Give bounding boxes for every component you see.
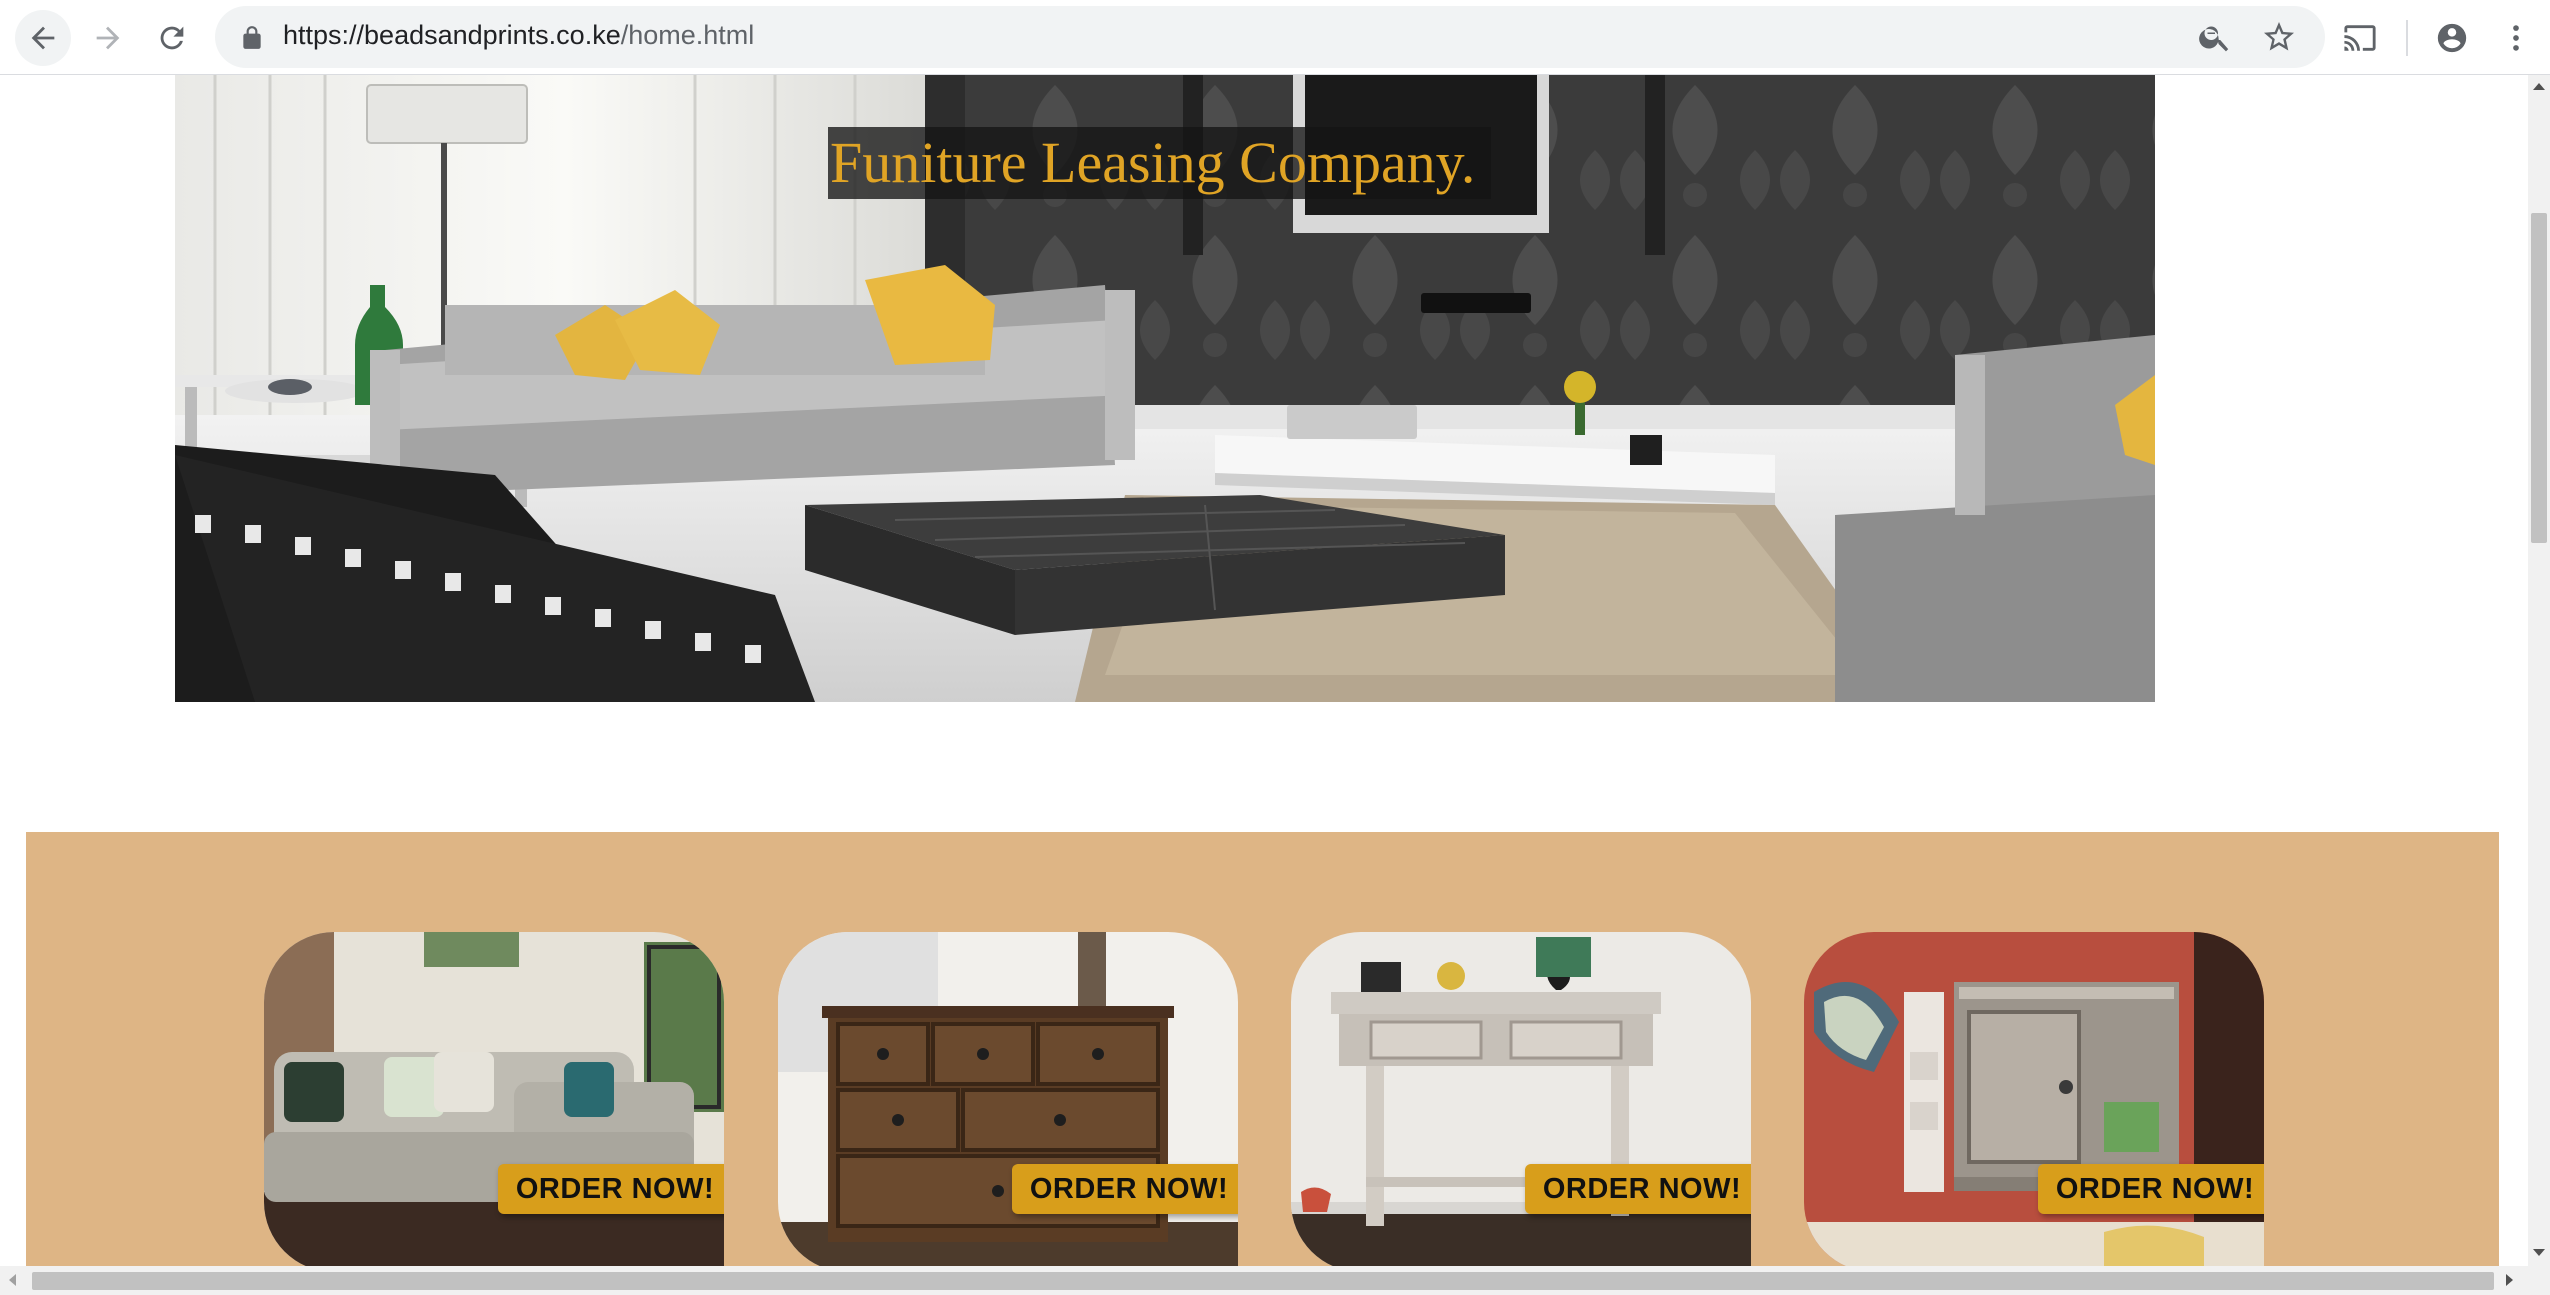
hero-banner: Funiture Leasing Company. <box>175 75 2155 702</box>
account-button[interactable] <box>2424 10 2480 66</box>
cast-button[interactable] <box>2332 10 2388 66</box>
scroll-down-arrow-icon[interactable] <box>2533 1249 2545 1256</box>
menu-button[interactable] <box>2488 10 2544 66</box>
back-icon <box>31 26 55 50</box>
horizontal-scroll-thumb[interactable] <box>32 1272 2494 1290</box>
product-card[interactable]: ORDER NOW! <box>264 932 724 1266</box>
product-card[interactable]: ORDER NOW! <box>1291 932 1751 1266</box>
lock-icon <box>243 26 261 49</box>
product-card[interactable]: ORDER NOW! <box>778 932 1238 1266</box>
scroll-right-arrow-icon[interactable] <box>2506 1274 2513 1286</box>
account-icon <box>2437 23 2467 53</box>
address-bar[interactable]: https://beadsandprints.co.ke/home.html <box>215 6 2325 68</box>
order-now-button[interactable]: ORDER NOW! <box>498 1164 724 1214</box>
url-text[interactable]: https://beadsandprints.co.ke/home.html <box>283 20 754 51</box>
forward-button[interactable] <box>80 10 136 66</box>
web-page: Funiture Leasing Company. ORDER NOW! ORD… <box>0 75 2528 1266</box>
products-section: ORDER NOW! ORDER NOW! ORDER NOW! ORDER N… <box>26 832 2499 1266</box>
order-now-button[interactable]: ORDER NOW! <box>1012 1164 1238 1214</box>
menu-icon <box>2513 25 2519 51</box>
hero-title: Funiture Leasing Company. <box>828 127 1492 199</box>
console-table-image <box>1291 932 1751 1266</box>
sofa-image <box>264 932 724 1266</box>
toolbar-separator <box>2406 20 2408 56</box>
cast-icon <box>2344 25 2376 51</box>
order-now-button[interactable]: ORDER NOW! <box>1525 1164 1751 1214</box>
reload-button[interactable] <box>144 10 200 66</box>
dresser-image <box>778 932 1238 1266</box>
scroll-up-arrow-icon[interactable] <box>2533 83 2545 90</box>
product-card[interactable]: ORDER NOW! <box>1804 932 2264 1266</box>
vertical-scroll-thumb[interactable] <box>2531 213 2547 543</box>
order-now-button[interactable]: ORDER NOW! <box>2038 1164 2264 1214</box>
back-button[interactable] <box>15 10 71 66</box>
url-path: /home.html <box>620 20 755 50</box>
forward-icon <box>96 26 120 50</box>
bedside-cabinet-image <box>1804 932 2264 1266</box>
vertical-scrollbar[interactable] <box>2528 75 2550 1266</box>
zoom-icon[interactable] <box>2197 19 2233 55</box>
reload-icon <box>160 26 184 50</box>
browser-toolbar: https://beadsandprints.co.ke/home.html <box>0 0 2550 75</box>
url-host: https://beadsandprints.co.ke <box>283 20 621 50</box>
scroll-left-arrow-icon[interactable] <box>9 1274 16 1286</box>
star-icon[interactable] <box>2261 19 2297 55</box>
horizontal-scrollbar[interactable] <box>0 1266 2550 1295</box>
